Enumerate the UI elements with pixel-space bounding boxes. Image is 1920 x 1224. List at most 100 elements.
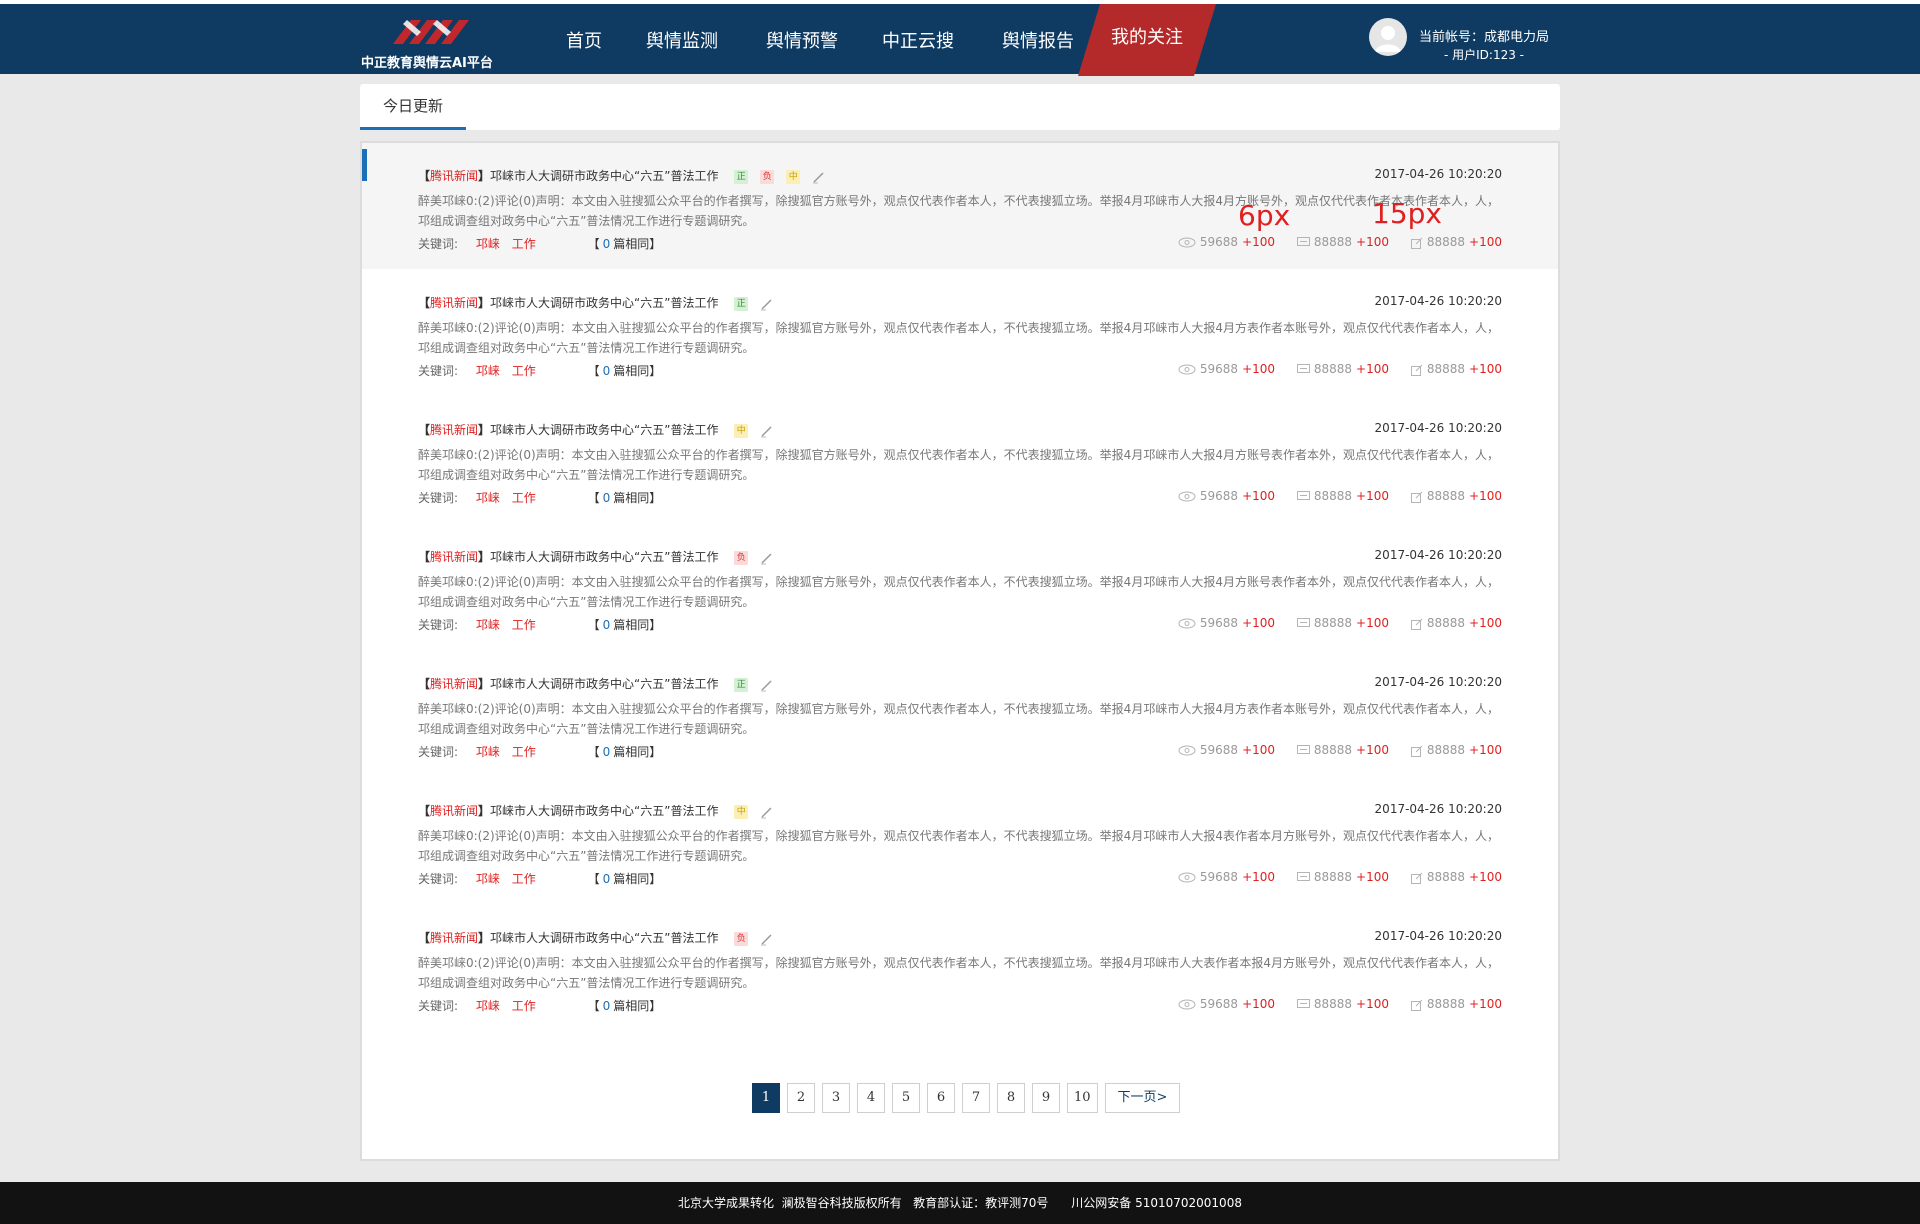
- keyword[interactable]: 邛崃: [476, 491, 500, 505]
- page-button[interactable]: 2: [787, 1083, 815, 1113]
- item-time: 2017-04-26 10:20:20: [1374, 294, 1502, 308]
- nav-cloud-search[interactable]: 中正云搜: [880, 8, 956, 78]
- item-title-row[interactable]: 【腾讯新闻】邛崃市人大调研市政务中心“六五”普法工作 负: [418, 548, 774, 566]
- logo[interactable]: 中正教育舆情云AI平台: [361, 14, 511, 72]
- list-item[interactable]: 【腾讯新闻】邛崃市人大调研市政务中心“六五”普法工作 负 2017-04-26 …: [362, 905, 1558, 1031]
- item-title[interactable]: 邛崃市人大调研市政务中心“六五”普法工作: [490, 804, 718, 818]
- sentiment-tag[interactable]: 正: [734, 169, 749, 184]
- item-title[interactable]: 邛崃市人大调研市政务中心“六五”普法工作: [490, 931, 718, 945]
- edit-icon[interactable]: [760, 424, 774, 438]
- page-button[interactable]: 1: [752, 1083, 780, 1113]
- item-title-row[interactable]: 【腾讯新闻】邛崃市人大调研市政务中心“六五”普法工作 正: [418, 675, 774, 693]
- shares-count: 88888: [1426, 235, 1466, 249]
- item-title-row[interactable]: 【腾讯新闻】邛崃市人大调研市政务中心“六五”普法工作 中: [418, 421, 774, 439]
- bracket-open: 【: [418, 423, 431, 437]
- keyword[interactable]: 邛崃: [476, 745, 500, 759]
- item-source: 腾讯新闻: [430, 804, 479, 818]
- keyword[interactable]: 邛崃: [476, 364, 500, 378]
- keyword[interactable]: 工作: [512, 999, 536, 1013]
- item-title[interactable]: 邛崃市人大调研市政务中心“六五”普法工作: [490, 169, 718, 183]
- user-avatar-icon: [1375, 26, 1401, 52]
- similar-count[interactable]: 【0 篇相同】: [588, 364, 662, 378]
- keyword[interactable]: 邛崃: [476, 999, 500, 1013]
- list-item[interactable]: 【腾讯新闻】邛崃市人大调研市政务中心“六五”普法工作 负 2017-04-26 …: [362, 524, 1558, 650]
- share-icon: [1410, 870, 1427, 884]
- list-item[interactable]: 【腾讯新闻】邛崃市人大调研市政务中心“六五”普法工作 正 2017-04-26 …: [362, 651, 1558, 777]
- edit-icon[interactable]: [760, 932, 774, 946]
- list-item[interactable]: 【腾讯新闻】邛崃市人大调研市政务中心“六五”普法工作 中 2017-04-26 …: [362, 397, 1558, 523]
- list-item[interactable]: 【腾讯新闻】邛崃市人大调研市政务中心“六五”普法工作 正 2017-04-26 …: [362, 270, 1558, 396]
- shares-stat: 88888 +100: [1410, 997, 1502, 1011]
- keyword[interactable]: 工作: [512, 237, 536, 251]
- sentiment-tag[interactable]: 负: [734, 550, 749, 565]
- similar-count[interactable]: 【0 篇相同】: [588, 872, 662, 886]
- nav-monitoring[interactable]: 舆情监测: [644, 8, 720, 78]
- edit-icon[interactable]: [760, 297, 774, 311]
- sentiment-tag[interactable]: 中: [734, 804, 749, 819]
- keyword[interactable]: 工作: [512, 364, 536, 378]
- similar-label: 篇相同】: [613, 999, 662, 1013]
- page-button[interactable]: 3: [822, 1083, 850, 1113]
- comments-count: 88888: [1313, 870, 1353, 884]
- similar-count[interactable]: 【0 篇相同】: [588, 237, 662, 251]
- edit-icon[interactable]: [760, 678, 774, 692]
- sentiment-tag[interactable]: 中: [786, 169, 801, 184]
- list-item[interactable]: 【腾讯新闻】邛崃市人大调研市政务中心“六五”普法工作 中 2017-04-26 …: [362, 778, 1558, 904]
- item-title[interactable]: 邛崃市人大调研市政务中心“六五”普法工作: [490, 677, 718, 691]
- item-title-row[interactable]: 【腾讯新闻】邛崃市人大调研市政务中心“六五”普法工作 正: [418, 294, 774, 312]
- item-source: 腾讯新闻: [430, 931, 479, 945]
- sentiment-tag[interactable]: 负: [760, 169, 775, 184]
- edit-icon[interactable]: [760, 551, 774, 565]
- nav-my-follow[interactable]: 我的关注: [1078, 4, 1216, 78]
- tab-today-updates[interactable]: 今日更新: [360, 84, 466, 130]
- item-title-row[interactable]: 【腾讯新闻】邛崃市人大调研市政务中心“六五”普法工作 中: [418, 802, 774, 820]
- item-title-row[interactable]: 【腾讯新闻】邛崃市人大调研市政务中心“六五”普法工作 正负中: [418, 167, 826, 185]
- edit-icon[interactable]: [760, 805, 774, 819]
- bracket-close: 】: [478, 296, 491, 310]
- page-button[interactable]: 5: [892, 1083, 920, 1113]
- page-button[interactable]: 8: [997, 1083, 1025, 1113]
- bracket-open: 【: [418, 296, 431, 310]
- item-title[interactable]: 邛崃市人大调研市政务中心“六五”普法工作: [490, 423, 718, 437]
- page-button[interactable]: 7: [962, 1083, 990, 1113]
- page-button[interactable]: 9: [1032, 1083, 1060, 1113]
- eye-icon: [1178, 997, 1200, 1011]
- bracket-open: 【: [418, 931, 431, 945]
- item-title[interactable]: 邛崃市人大调研市政务中心“六五”普法工作: [490, 550, 718, 564]
- keyword[interactable]: 邛崃: [476, 872, 500, 886]
- nav-warning[interactable]: 舆情预警: [764, 8, 840, 78]
- sentiment-tag[interactable]: 中: [734, 423, 749, 438]
- views-stat: 59688 +100: [1178, 870, 1275, 884]
- similar-count[interactable]: 【0 篇相同】: [588, 999, 662, 1013]
- keyword[interactable]: 工作: [512, 618, 536, 632]
- nav-my-follow-label: 我的关注: [1111, 27, 1183, 48]
- page-button[interactable]: 6: [927, 1083, 955, 1113]
- nav-report[interactable]: 舆情报告: [1000, 8, 1076, 78]
- avatar[interactable]: [1369, 18, 1407, 56]
- item-source: 腾讯新闻: [430, 296, 479, 310]
- similar-count[interactable]: 【0 篇相同】: [588, 745, 662, 759]
- sentiment-tag[interactable]: 正: [734, 677, 749, 692]
- next-page-button[interactable]: 下一页>: [1104, 1083, 1181, 1113]
- nav-home[interactable]: 首页: [562, 8, 606, 78]
- keyword[interactable]: 邛崃: [476, 237, 500, 251]
- sentiment-tag[interactable]: 负: [734, 931, 749, 946]
- similar-count[interactable]: 【0 篇相同】: [588, 618, 662, 632]
- keyword[interactable]: 邛崃: [476, 618, 500, 632]
- item-title[interactable]: 邛崃市人大调研市政务中心“六五”普法工作: [490, 296, 718, 310]
- edit-icon[interactable]: [812, 170, 826, 184]
- shares-plus: +100: [1469, 362, 1502, 376]
- shares-plus: +100: [1469, 489, 1502, 503]
- item-title-row[interactable]: 【腾讯新闻】邛崃市人大调研市政务中心“六五”普法工作 负: [418, 929, 774, 947]
- similar-count[interactable]: 【0 篇相同】: [588, 491, 662, 505]
- page-button[interactable]: 10: [1067, 1083, 1098, 1113]
- keyword[interactable]: 工作: [512, 491, 536, 505]
- item-description: 醉美邛崃0:(2)评论(0)声明：本文由入驻搜狐公众平台的作者撰写，除搜狐官方账…: [418, 575, 1499, 609]
- page-button[interactable]: 4: [857, 1083, 885, 1113]
- comment-icon: [1296, 870, 1314, 884]
- keyword[interactable]: 工作: [512, 745, 536, 759]
- shares-count: 88888: [1426, 616, 1466, 630]
- share-icon: [1410, 997, 1427, 1011]
- keyword[interactable]: 工作: [512, 872, 536, 886]
- sentiment-tag[interactable]: 正: [734, 296, 749, 311]
